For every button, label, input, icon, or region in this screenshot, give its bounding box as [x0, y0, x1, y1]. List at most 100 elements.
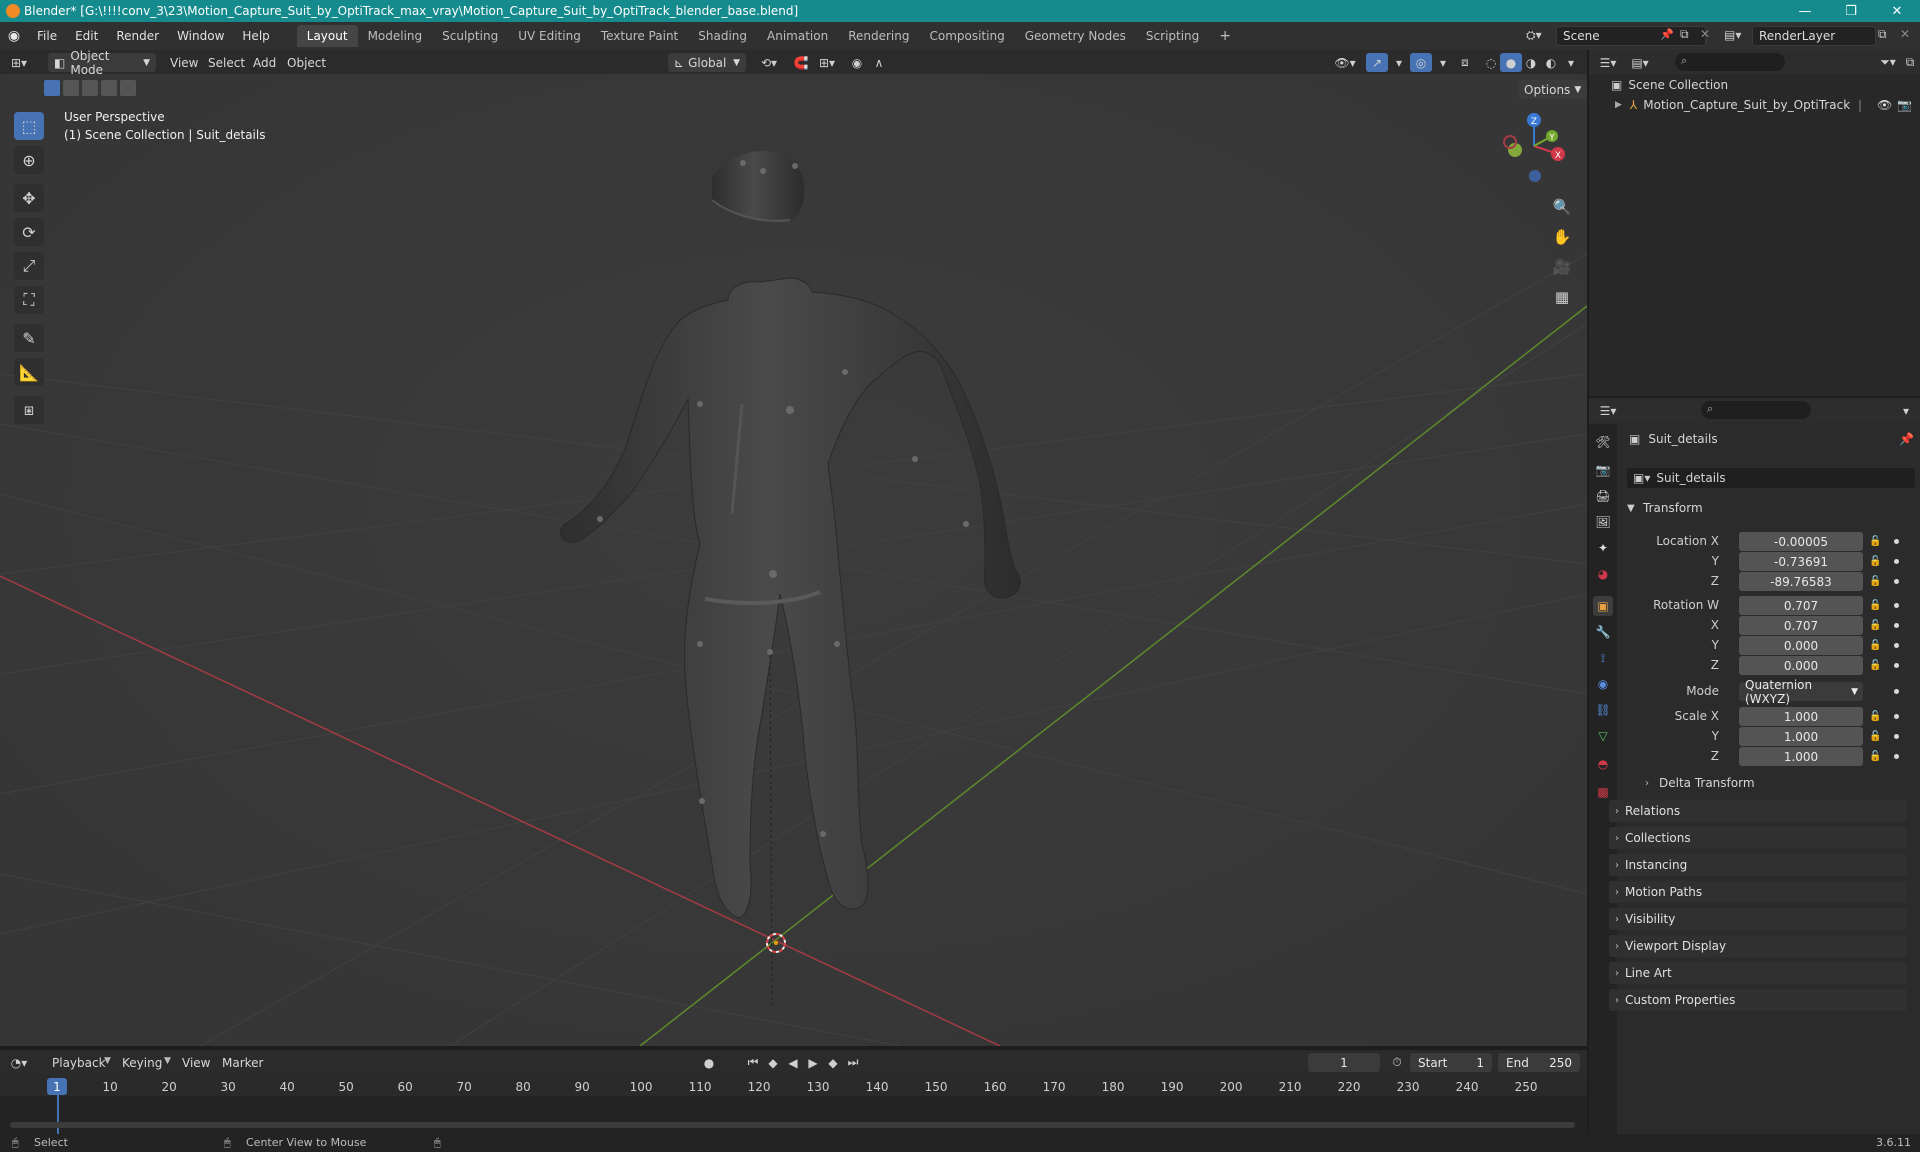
lock-scale-y-icon[interactable]: 🔓	[1869, 731, 1881, 742]
prev-keyframe-icon[interactable]: ◆	[762, 1053, 784, 1072]
overlays-dropdown-icon[interactable]: ▾	[1432, 53, 1454, 72]
measure-tool[interactable]: 📐	[14, 358, 44, 386]
play-reverse-icon[interactable]: ◀	[782, 1053, 804, 1072]
add-cube-tool[interactable]: ⧆	[14, 396, 44, 424]
visibility-icon[interactable]: 👁▾	[1330, 53, 1360, 72]
menu-object[interactable]: Object	[281, 53, 332, 72]
tab-animation[interactable]: Animation	[757, 25, 838, 47]
properties-search-input[interactable]: ⌕	[1701, 401, 1811, 419]
menu-timeline-view[interactable]: View	[176, 1053, 216, 1072]
move-tool[interactable]: ✥	[14, 184, 44, 212]
new-collection-icon[interactable]: ⧉	[1899, 53, 1920, 72]
timeline-editor-type-icon[interactable]: ◔▾	[8, 1053, 30, 1072]
camera-render-icon[interactable]: 📷	[1897, 98, 1912, 112]
keyframe-dot-icon[interactable]	[1894, 603, 1899, 608]
keyframe-dot-icon[interactable]	[1894, 643, 1899, 648]
menu-edit[interactable]: Edit	[66, 29, 107, 43]
location-x-field[interactable]: -0.00005	[1739, 532, 1863, 551]
visibility-panel[interactable]: › Visibility	[1609, 908, 1907, 930]
options-dropdown[interactable]: Options ▼	[1518, 80, 1587, 99]
tab-compositing[interactable]: Compositing	[919, 25, 1014, 47]
scale-tool[interactable]: ⤢	[14, 252, 44, 280]
snap-icon[interactable]: 🧲	[790, 53, 812, 72]
new-scene-icon[interactable]: ⧉	[1680, 27, 1689, 42]
blender-menu-icon[interactable]: ◉	[0, 28, 28, 44]
eye-icon[interactable]: 👁	[1877, 98, 1892, 112]
menu-marker[interactable]: Marker	[216, 1053, 269, 1072]
annotate-tool[interactable]: ✎	[14, 324, 44, 352]
lock-rotation-w-icon[interactable]: 🔓	[1869, 600, 1881, 611]
zoom-icon[interactable]: 🔍	[1549, 194, 1575, 220]
snap-target-icon[interactable]: ⊞▾	[812, 53, 842, 72]
keyframe-dot-icon[interactable]	[1894, 689, 1899, 694]
scale-y-field[interactable]: 1.000	[1739, 727, 1863, 746]
lock-location-y-icon[interactable]: 🔓	[1869, 556, 1881, 567]
tab-modeling[interactable]: Modeling	[358, 25, 433, 47]
shading-dropdown-icon[interactable]: ▾	[1560, 53, 1582, 72]
menu-render[interactable]: Render	[107, 29, 168, 43]
overlays-icon[interactable]: ◎	[1410, 53, 1432, 72]
transform-tool[interactable]: ⛶	[14, 286, 44, 314]
ortho-grid-icon[interactable]: ▦	[1549, 284, 1575, 310]
tab-uv-editing[interactable]: UV Editing	[508, 25, 591, 47]
auto-keying-icon[interactable]: ●	[698, 1053, 720, 1072]
select-subtract-icon[interactable]	[82, 80, 98, 96]
object-mode-dropdown[interactable]: ◧ Object Mode ▼	[48, 49, 156, 77]
next-keyframe-icon[interactable]: ◆	[822, 1053, 844, 1072]
pin-icon[interactable]: 📌	[1899, 432, 1914, 446]
custom-properties-panel[interactable]: › Custom Properties	[1609, 989, 1907, 1011]
view-layer-field[interactable]: RenderLayer	[1752, 26, 1876, 46]
3d-viewport[interactable]: User Perspective (1) Scene Collection | …	[0, 74, 1587, 1046]
scale-z-field[interactable]: 1.000	[1739, 747, 1863, 766]
keyframe-dot-icon[interactable]	[1894, 579, 1899, 584]
tab-layout[interactable]: Layout	[296, 25, 358, 47]
pivot-point-icon[interactable]: ⟲▾	[754, 53, 784, 72]
lock-rotation-y-icon[interactable]: 🔓	[1869, 640, 1881, 651]
outliner-search-input[interactable]: ⌕	[1675, 53, 1785, 71]
viewport-display-panel[interactable]: › Viewport Display	[1609, 935, 1907, 957]
keyframe-dot-icon[interactable]	[1894, 734, 1899, 739]
lock-location-z-icon[interactable]: 🔓	[1869, 576, 1881, 587]
lock-scale-x-icon[interactable]: 🔓	[1869, 711, 1881, 722]
jump-start-icon[interactable]: ⏮	[742, 1053, 764, 1072]
keyframe-dot-icon[interactable]	[1894, 623, 1899, 628]
tab-shading[interactable]: Shading	[688, 25, 757, 47]
menu-playback[interactable]: Playback	[46, 1053, 112, 1072]
expand-arrow-icon[interactable]: ▶	[1615, 100, 1622, 110]
rotation-y-field[interactable]: 0.000	[1739, 636, 1863, 655]
xray-icon[interactable]: ⧈	[1454, 53, 1476, 72]
gizmo-dropdown-icon[interactable]: ▾	[1388, 53, 1410, 72]
editor-type-icon[interactable]: ⊞▾	[8, 53, 30, 72]
keyframe-dot-icon[interactable]	[1894, 559, 1899, 564]
tab-texture-paint[interactable]: Texture Paint	[591, 25, 688, 47]
timeline-scrollbar[interactable]	[10, 1122, 1575, 1128]
menu-select[interactable]: Select	[202, 53, 251, 72]
select-new-icon[interactable]	[44, 80, 60, 96]
output-tab-icon[interactable]: 🖨	[1593, 486, 1613, 506]
tab-scripting[interactable]: Scripting	[1136, 25, 1209, 47]
datablock-field[interactable]: ▣▾ Suit_details	[1627, 468, 1915, 488]
wireframe-shading-icon[interactable]: ◌	[1480, 53, 1502, 72]
cursor-tool[interactable]: ⊕	[14, 146, 44, 174]
minimize-button[interactable]: —	[1782, 0, 1828, 22]
view-layer-tab-icon[interactable]: 🖼	[1593, 512, 1613, 532]
rotation-x-field[interactable]: 0.707	[1739, 616, 1863, 635]
keyframe-dot-icon[interactable]	[1894, 663, 1899, 668]
delete-view-layer-icon[interactable]: ✕	[1900, 27, 1910, 41]
filter-icon[interactable]: ⏷▾	[1877, 53, 1899, 72]
material-shading-icon[interactable]: ◑	[1520, 53, 1542, 72]
stopwatch-icon[interactable]: ⏱	[1386, 1053, 1408, 1072]
solid-shading-icon[interactable]: ●	[1500, 53, 1522, 72]
current-frame-field[interactable]: 1	[1308, 1053, 1380, 1072]
menu-view[interactable]: View	[164, 53, 204, 72]
rotation-w-field[interactable]: 0.707	[1739, 596, 1863, 615]
select-box-tool[interactable]: ⬚	[14, 112, 44, 140]
scale-x-field[interactable]: 1.000	[1739, 707, 1863, 726]
texture-tab-icon[interactable]: ▩	[1593, 782, 1613, 802]
tab-rendering[interactable]: Rendering	[838, 25, 919, 47]
keyframe-dot-icon[interactable]	[1894, 714, 1899, 719]
location-z-field[interactable]: -89.76583	[1739, 572, 1863, 591]
scene-selector-icon[interactable]: ⛭▾	[1526, 28, 1542, 43]
menu-file[interactable]: File	[28, 29, 66, 43]
relations-panel[interactable]: › Relations	[1609, 800, 1907, 822]
